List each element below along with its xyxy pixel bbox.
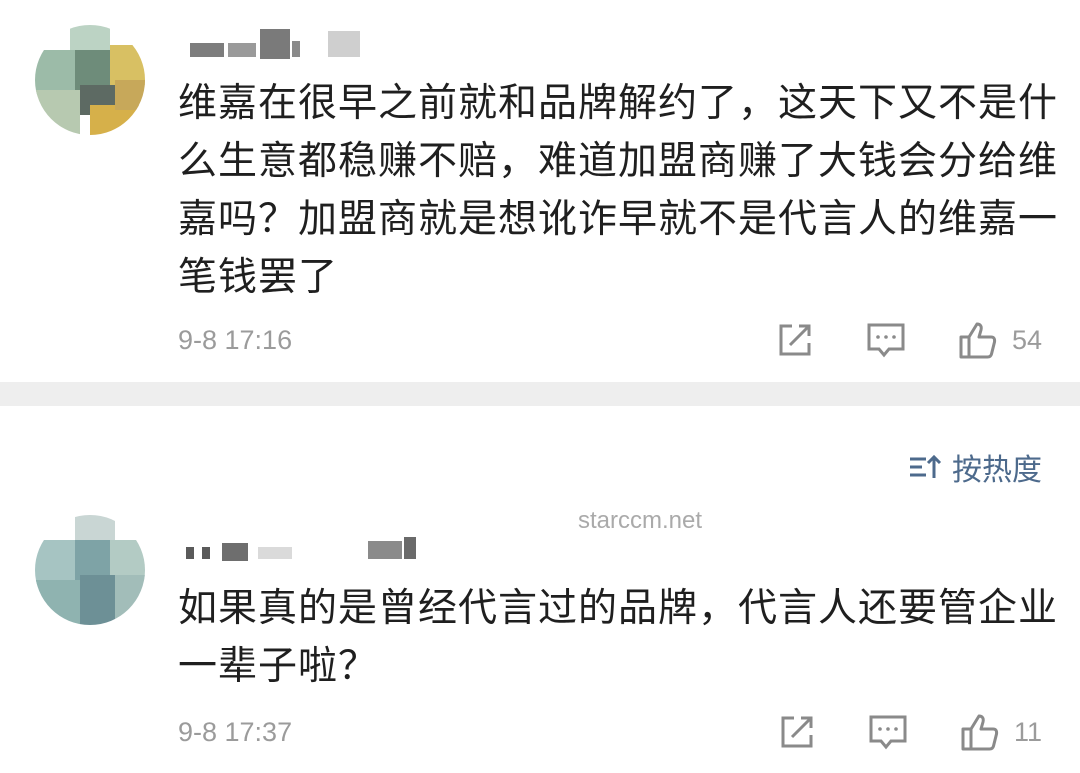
comment-actions: 11: [726, 710, 1042, 754]
comment-icon: [867, 323, 905, 358]
comment-text: 维嘉在很早之前就和品牌解约了，这天下又不是什么生意都稳赚不赔，难道加盟商赚了大钱…: [178, 81, 1059, 300]
sort-by-hot-button[interactable]: 按热度: [908, 445, 1042, 489]
share-button[interactable]: [776, 321, 814, 359]
sort-icon: [910, 454, 942, 478]
comment-icon: [869, 715, 907, 750]
avatar[interactable]: [35, 25, 145, 135]
reply-button[interactable]: [868, 713, 908, 751]
like-button[interactable]: 11: [960, 712, 1042, 752]
sort-label: 按热度: [952, 453, 1042, 488]
share-button[interactable]: [778, 713, 816, 751]
comment-text: 如果真的是曾经代言过的品牌，代言人还要管企业一辈子啦？: [178, 586, 1059, 689]
like-button[interactable]: 54: [958, 320, 1042, 360]
thumbs-up-icon: [961, 714, 999, 751]
share-icon: [781, 716, 813, 748]
reply-button[interactable]: [866, 321, 906, 359]
comment-timestamp: 9-8 17:16: [178, 325, 293, 355]
share-icon: [779, 324, 811, 356]
thumbs-up-icon: [959, 322, 997, 359]
like-count: 54: [1011, 324, 1042, 355]
comment-item: 如果真的是曾经代言过的品牌，代言人还要管企业一辈子啦？ 9-8 17:37 11: [0, 505, 1080, 773]
comment-item: 维嘉在很早之前就和品牌解约了，这天下又不是什么生意都稳赚不赔，难道加盟商赚了大钱…: [0, 0, 1080, 380]
comment-timestamp: 9-8 17:37: [178, 717, 293, 747]
section-divider: [0, 382, 1080, 406]
comment-actions: 54: [724, 318, 1042, 362]
like-count: 11: [1013, 716, 1042, 747]
avatar[interactable]: [35, 515, 145, 625]
